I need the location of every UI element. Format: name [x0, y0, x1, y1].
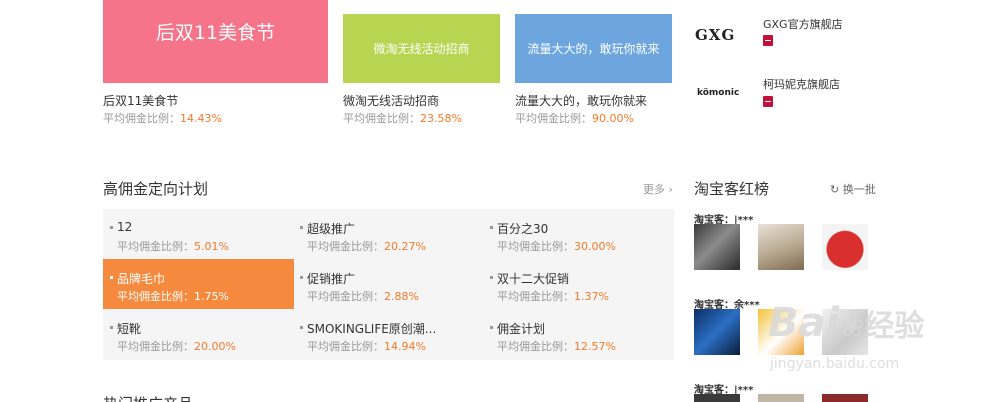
- plan-section-title: 高佣金定向计划: [103, 180, 209, 198]
- plan-item-ratio: 平均佣金比例：20.00%: [117, 338, 236, 354]
- plan-item-ratio: 平均佣金比例：30.00%: [497, 238, 616, 254]
- plan-item[interactable]: SMOKINGLIFE原创潮... 平均佣金比例：14.94%: [293, 309, 484, 359]
- ratio-value: 1.75%: [194, 290, 229, 303]
- ratio-label: 平均佣金比例：: [497, 240, 574, 253]
- ratio-label: 平均佣金比例：: [497, 290, 574, 303]
- shop-name-gxg[interactable]: GXG官方旗舰店: [763, 16, 843, 32]
- plan-grid: 12 平均佣金比例：5.01% 超级推广 平均佣金比例：20.27% 百分之30 平均佣金…: [103, 209, 674, 360]
- promo-banner-text: 流量大大的，敢玩你就来: [527, 42, 660, 56]
- plan-item-name: SMOKINGLIFE原创潮...: [299, 322, 437, 336]
- promo-title-1[interactable]: 后双11美食节: [103, 92, 178, 109]
- ratio-value: 14.43%: [180, 112, 222, 125]
- cutoff-text: · · · · · · · · · · ·: [515, 0, 588, 4]
- product-thumb[interactable]: [694, 224, 740, 270]
- ratio-value: 5.01%: [194, 240, 229, 253]
- ratio-value: 23.58%: [420, 112, 462, 125]
- promo-banner-2[interactable]: 微淘无线活动招商: [343, 14, 500, 83]
- plan-item-name: 百分之30: [489, 222, 549, 236]
- shop-name-komonic[interactable]: 柯玛妮克旗舰店: [763, 76, 840, 92]
- promo-title-2[interactable]: 微淘无线活动招商: [343, 92, 439, 109]
- ratio-value: 20.00%: [194, 340, 236, 353]
- ratio-value: 14.94%: [384, 340, 426, 353]
- gxg-logo[interactable]: GXG: [695, 26, 735, 44]
- refresh-icon: ↻: [830, 183, 840, 196]
- plan-item[interactable]: 佣金计划平均佣金比例：12.57%: [483, 309, 674, 359]
- baidu-watermark: Bai❀经验: [768, 300, 924, 346]
- komonic-logo[interactable]: kömonic: [697, 88, 739, 98]
- plan-item[interactable]: 双十二大促销平均佣金比例：1.37%: [483, 259, 674, 309]
- product-thumb[interactable]: [694, 394, 740, 402]
- more-link[interactable]: 更多 ›: [643, 181, 673, 197]
- ratio-label: 平均佣金比例：: [103, 112, 180, 125]
- watermark-url: jingyan.baidu.com: [770, 356, 900, 372]
- ratio-label: 平均佣金比例：: [497, 340, 574, 353]
- plan-item[interactable]: 促销推广平均佣金比例：2.88%: [293, 259, 484, 309]
- ratio-label: 平均佣金比例：: [307, 290, 384, 303]
- plan-item-ratio: 平均佣金比例：12.57%: [497, 338, 616, 354]
- ratio-label: 平均佣金比例：: [515, 112, 592, 125]
- hot-list-title: 淘宝客红榜: [694, 180, 770, 198]
- plan-item-ratio: 平均佣金比例：1.75%: [117, 288, 229, 304]
- plan-item[interactable]: 超级推广平均佣金比例：20.27%: [293, 209, 484, 259]
- plan-item[interactable]: 短靴平均佣金比例：20.00%: [103, 309, 294, 359]
- ratio-value: 90.00%: [592, 112, 634, 125]
- product-thumb[interactable]: [822, 394, 868, 402]
- plan-item-name: 超级推广: [299, 222, 356, 236]
- ratio-label: 平均佣金比例：: [117, 340, 194, 353]
- watermark-brand-tail: 经验: [864, 309, 925, 344]
- ratio-value: 12.57%: [574, 340, 616, 353]
- ratio-value: 30.00%: [574, 240, 616, 253]
- ratio-label: 平均佣金比例：: [307, 240, 384, 253]
- bottom-section-title: 热门推广产品: [103, 393, 193, 402]
- plan-item-ratio: 平均佣金比例：14.94%: [307, 338, 426, 354]
- promo-ratio-1: 平均佣金比例：14.43%: [103, 110, 222, 126]
- ratio-value: 1.37%: [574, 290, 609, 303]
- ratio-label: 平均佣金比例：: [307, 340, 384, 353]
- product-thumb[interactable]: [758, 224, 804, 270]
- tmall-icon: [763, 96, 773, 107]
- watermark-brand: Bai: [768, 300, 840, 346]
- plan-item-name: 短靴: [109, 322, 142, 336]
- refresh-button[interactable]: ↻ 换一批: [830, 181, 876, 197]
- product-thumb[interactable]: [758, 394, 804, 402]
- ratio-label: 平均佣金比例：: [117, 240, 194, 253]
- plan-item-ratio: 平均佣金比例：1.37%: [497, 288, 609, 304]
- promo-banner-text: 微淘无线活动招商: [373, 42, 470, 56]
- plan-item[interactable]: 百分之30 平均佣金比例：30.00%: [483, 209, 674, 259]
- ratio-value: 20.27%: [384, 240, 426, 253]
- plan-item-name: 促销推广: [299, 272, 356, 286]
- promo-title-3[interactable]: 流量大大的，敢玩你就来: [515, 92, 647, 109]
- promo-banner-3[interactable]: 流量大大的，敢玩你就来: [515, 14, 672, 83]
- product-thumb[interactable]: [694, 309, 740, 355]
- plan-item-ratio: 平均佣金比例：20.27%: [307, 238, 426, 254]
- plan-item-name: 12: [109, 220, 133, 234]
- promo-banner-1[interactable]: 后双11美食节: [103, 0, 328, 83]
- promo-banner-text: 后双11美食节: [155, 22, 276, 44]
- ratio-label: 平均佣金比例：: [343, 112, 420, 125]
- plan-item[interactable]: 12 平均佣金比例：5.01%: [103, 209, 294, 259]
- promo-ratio-2: 平均佣金比例：23.58%: [343, 110, 462, 126]
- refresh-label: 换一批: [842, 183, 876, 196]
- ratio-value: 2.88%: [384, 290, 419, 303]
- promo-ratio-3: 平均佣金比例：90.00%: [515, 110, 634, 126]
- plan-item[interactable]: 品牌毛巾平均佣金比例：1.75%: [103, 259, 294, 309]
- product-thumb[interactable]: [822, 224, 868, 270]
- plan-item-ratio: 平均佣金比例：2.88%: [307, 288, 419, 304]
- paw-icon: ❀: [839, 309, 865, 344]
- tmall-icon: [763, 35, 773, 46]
- cutoff-text: · · · · · · · · · · ·: [343, 0, 416, 4]
- plan-item-ratio: 平均佣金比例：5.01%: [117, 238, 229, 254]
- plan-item-name: 双十二大促销: [489, 272, 570, 286]
- plan-item-name: 品牌毛巾: [109, 272, 166, 286]
- ratio-label: 平均佣金比例：: [117, 290, 194, 303]
- plan-item-name: 佣金计划: [489, 322, 546, 336]
